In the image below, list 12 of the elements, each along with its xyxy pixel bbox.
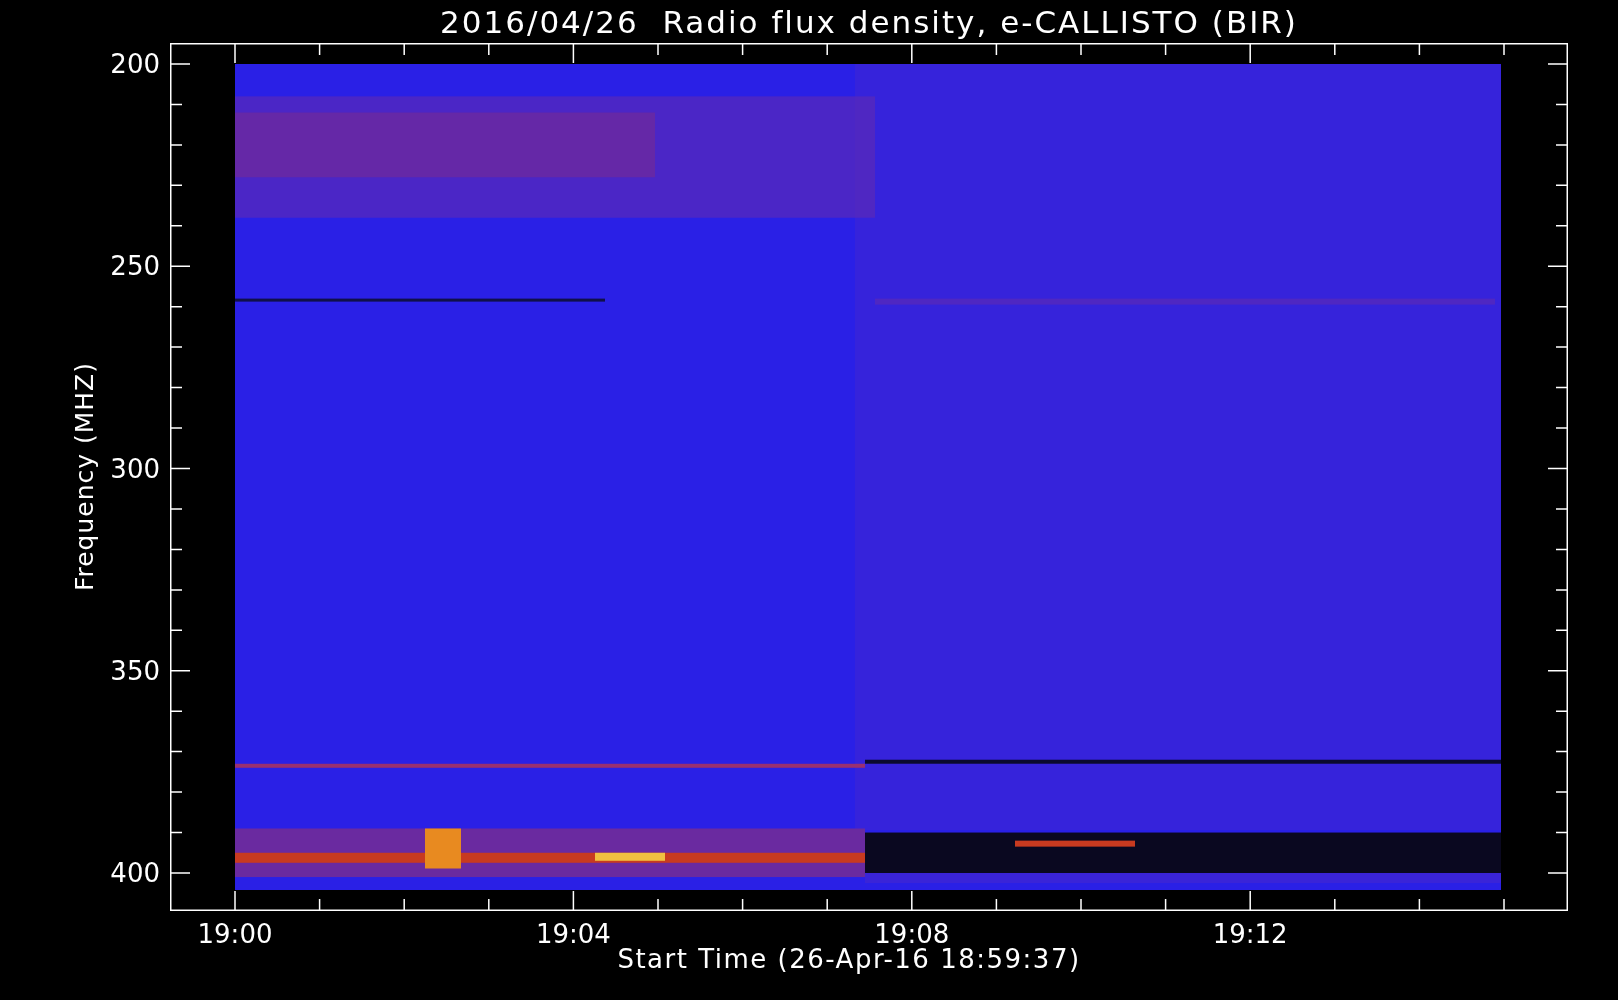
chart-title: 2016/04/26 Radio flux density, e-CALLISTO (BIR) <box>440 3 1298 40</box>
tick-label: 300 <box>110 455 160 482</box>
tick-label: 250 <box>110 253 160 280</box>
tick-label: 19:04 <box>535 921 611 947</box>
tick-label: 350 <box>110 657 160 684</box>
tick-label: 200 <box>110 51 160 77</box>
axis-label: Frequency (MHZ) <box>70 362 100 592</box>
tick-label: 19:12 <box>1212 921 1288 947</box>
tick-label: 19:08 <box>874 921 950 947</box>
axis-label: Start Time (26-Apr-16 18:59:37) <box>617 945 1081 974</box>
tick-label: 400 <box>110 860 160 886</box>
tick-label: 19:00 <box>197 921 273 947</box>
